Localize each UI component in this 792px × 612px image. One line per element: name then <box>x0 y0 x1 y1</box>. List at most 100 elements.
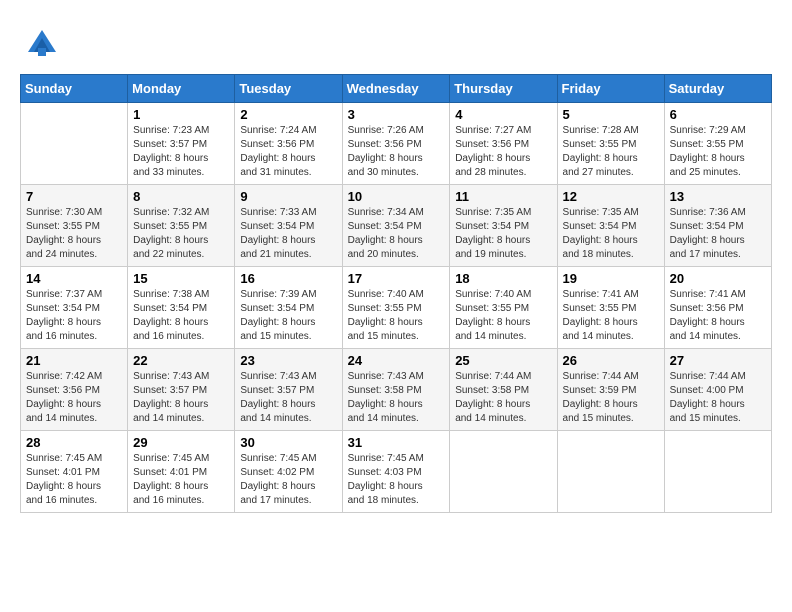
day-number: 11 <box>455 189 551 204</box>
day-info: Sunrise: 7:43 AM Sunset: 3:57 PM Dayligh… <box>240 370 336 426</box>
day-number: 20 <box>670 271 766 286</box>
calendar-cell: 15 Sunrise: 7:38 AM Sunset: 3:54 PM Dayli… <box>128 267 235 349</box>
day-info: Sunrise: 7:24 AM Sunset: 3:56 PM Dayligh… <box>240 124 336 180</box>
day-info: Sunrise: 7:23 AM Sunset: 3:57 PM Dayligh… <box>133 124 229 180</box>
day-number: 25 <box>455 353 551 368</box>
day-number: 5 <box>563 107 659 122</box>
calendar-cell: 18Sunrise: 7:40 AM Sunset: 3:55 PM Dayli… <box>450 267 557 349</box>
day-number: 22 <box>133 353 229 368</box>
calendar-cell: 8 Sunrise: 7:32 AM Sunset: 3:55 PM Daylig… <box>128 185 235 267</box>
page-header <box>20 20 772 64</box>
day-info: Sunrise: 7:41 AM Sunset: 3:55 PM Dayligh… <box>563 288 659 344</box>
calendar-cell: 1 Sunrise: 7:23 AM Sunset: 3:57 PM Daylig… <box>128 103 235 185</box>
day-info: Sunrise: 7:38 AM Sunset: 3:54 PM Dayligh… <box>133 288 229 344</box>
calendar-cell: 2Sunrise: 7:24 AM Sunset: 3:56 PM Daylig… <box>235 103 342 185</box>
weekday-header-saturday: Saturday <box>664 75 771 103</box>
day-number: 14 <box>26 271 122 286</box>
calendar-week-5: 28 Sunrise: 7:45 AM Sunset: 4:01 PM Dayli… <box>21 431 772 513</box>
calendar-cell: 25 Sunrise: 7:44 AM Sunset: 3:58 PM Dayli… <box>450 349 557 431</box>
calendar-week-3: 14 Sunrise: 7:37 AM Sunset: 3:54 PM Dayli… <box>21 267 772 349</box>
calendar-cell: 28 Sunrise: 7:45 AM Sunset: 4:01 PM Dayli… <box>21 431 128 513</box>
weekday-header-monday: Monday <box>128 75 235 103</box>
calendar-cell: 9 Sunrise: 7:33 AM Sunset: 3:54 PM Daylig… <box>235 185 342 267</box>
calendar-cell: 3 Sunrise: 7:26 AM Sunset: 3:56 PM Daylig… <box>342 103 450 185</box>
day-info: Sunrise: 7:37 AM Sunset: 3:54 PM Dayligh… <box>26 288 122 344</box>
calendar-cell: 20 Sunrise: 7:41 AM Sunset: 3:56 PM Dayli… <box>664 267 771 349</box>
day-info: Sunrise: 7:27 AM Sunset: 3:56 PM Dayligh… <box>455 124 551 180</box>
day-info: Sunrise: 7:40 AM Sunset: 3:55 PM Dayligh… <box>348 288 445 344</box>
calendar-cell: 12 Sunrise: 7:35 AM Sunset: 3:54 PM Dayli… <box>557 185 664 267</box>
calendar-cell: 10Sunrise: 7:34 AM Sunset: 3:54 PM Dayli… <box>342 185 450 267</box>
calendar-cell: 5 Sunrise: 7:28 AM Sunset: 3:55 PM Daylig… <box>557 103 664 185</box>
day-info: Sunrise: 7:45 AM Sunset: 4:01 PM Dayligh… <box>26 452 122 508</box>
day-info: Sunrise: 7:44 AM Sunset: 3:58 PM Dayligh… <box>455 370 551 426</box>
calendar-cell: 27Sunrise: 7:44 AM Sunset: 4:00 PM Dayli… <box>664 349 771 431</box>
day-info: Sunrise: 7:41 AM Sunset: 3:56 PM Dayligh… <box>670 288 766 344</box>
calendar-cell: 21Sunrise: 7:42 AM Sunset: 3:56 PM Dayli… <box>21 349 128 431</box>
day-info: Sunrise: 7:34 AM Sunset: 3:54 PM Dayligh… <box>348 206 445 262</box>
weekday-header-friday: Friday <box>557 75 664 103</box>
calendar-cell <box>664 431 771 513</box>
day-number: 17 <box>348 271 445 286</box>
calendar-cell: 7Sunrise: 7:30 AM Sunset: 3:55 PM Daylig… <box>21 185 128 267</box>
weekday-header-sunday: Sunday <box>21 75 128 103</box>
day-info: Sunrise: 7:32 AM Sunset: 3:55 PM Dayligh… <box>133 206 229 262</box>
day-number: 12 <box>563 189 659 204</box>
logo <box>20 20 68 64</box>
day-number: 29 <box>133 435 229 450</box>
calendar-cell <box>21 103 128 185</box>
calendar-cell <box>557 431 664 513</box>
day-info: Sunrise: 7:43 AM Sunset: 3:57 PM Dayligh… <box>133 370 229 426</box>
day-number: 13 <box>670 189 766 204</box>
day-number: 3 <box>348 107 445 122</box>
calendar-cell: 23 Sunrise: 7:43 AM Sunset: 3:57 PM Dayli… <box>235 349 342 431</box>
day-info: Sunrise: 7:44 AM Sunset: 3:59 PM Dayligh… <box>563 370 659 426</box>
day-number: 4 <box>455 107 551 122</box>
day-info: Sunrise: 7:39 AM Sunset: 3:54 PM Dayligh… <box>240 288 336 344</box>
day-info: Sunrise: 7:43 AM Sunset: 3:58 PM Dayligh… <box>348 370 445 426</box>
day-number: 31 <box>348 435 445 450</box>
day-info: Sunrise: 7:45 AM Sunset: 4:03 PM Dayligh… <box>348 452 445 508</box>
day-number: 15 <box>133 271 229 286</box>
calendar-cell: 26 Sunrise: 7:44 AM Sunset: 3:59 PM Dayli… <box>557 349 664 431</box>
calendar-cell: 14 Sunrise: 7:37 AM Sunset: 3:54 PM Dayli… <box>21 267 128 349</box>
day-info: Sunrise: 7:29 AM Sunset: 3:55 PM Dayligh… <box>670 124 766 180</box>
day-number: 30 <box>240 435 336 450</box>
day-info: Sunrise: 7:45 AM Sunset: 4:01 PM Dayligh… <box>133 452 229 508</box>
day-number: 1 <box>133 107 229 122</box>
day-info: Sunrise: 7:40 AM Sunset: 3:55 PM Dayligh… <box>455 288 551 344</box>
day-number: 27 <box>670 353 766 368</box>
calendar-cell: 6 Sunrise: 7:29 AM Sunset: 3:55 PM Daylig… <box>664 103 771 185</box>
day-number: 26 <box>563 353 659 368</box>
day-number: 8 <box>133 189 229 204</box>
day-info: Sunrise: 7:33 AM Sunset: 3:54 PM Dayligh… <box>240 206 336 262</box>
day-number: 19 <box>563 271 659 286</box>
day-number: 23 <box>240 353 336 368</box>
calendar-week-2: 7Sunrise: 7:30 AM Sunset: 3:55 PM Daylig… <box>21 185 772 267</box>
calendar-cell: 22 Sunrise: 7:43 AM Sunset: 3:57 PM Dayli… <box>128 349 235 431</box>
day-info: Sunrise: 7:35 AM Sunset: 3:54 PM Dayligh… <box>563 206 659 262</box>
calendar-cell: 29 Sunrise: 7:45 AM Sunset: 4:01 PM Dayli… <box>128 431 235 513</box>
calendar-cell: 13 Sunrise: 7:36 AM Sunset: 3:54 PM Dayli… <box>664 185 771 267</box>
calendar-cell: 11 Sunrise: 7:35 AM Sunset: 3:54 PM Dayli… <box>450 185 557 267</box>
calendar-cell: 16Sunrise: 7:39 AM Sunset: 3:54 PM Dayli… <box>235 267 342 349</box>
calendar-cell: 31 Sunrise: 7:45 AM Sunset: 4:03 PM Dayli… <box>342 431 450 513</box>
calendar-cell: 17 Sunrise: 7:40 AM Sunset: 3:55 PM Dayli… <box>342 267 450 349</box>
day-number: 6 <box>670 107 766 122</box>
calendar-cell: 19 Sunrise: 7:41 AM Sunset: 3:55 PM Dayli… <box>557 267 664 349</box>
day-number: 9 <box>240 189 336 204</box>
calendar-cell: 30 Sunrise: 7:45 AM Sunset: 4:02 PM Dayli… <box>235 431 342 513</box>
day-info: Sunrise: 7:36 AM Sunset: 3:54 PM Dayligh… <box>670 206 766 262</box>
day-number: 28 <box>26 435 122 450</box>
day-info: Sunrise: 7:35 AM Sunset: 3:54 PM Dayligh… <box>455 206 551 262</box>
day-info: Sunrise: 7:45 AM Sunset: 4:02 PM Dayligh… <box>240 452 336 508</box>
day-info: Sunrise: 7:28 AM Sunset: 3:55 PM Dayligh… <box>563 124 659 180</box>
day-info: Sunrise: 7:42 AM Sunset: 3:56 PM Dayligh… <box>26 370 122 426</box>
calendar-cell <box>450 431 557 513</box>
day-number: 24 <box>348 353 445 368</box>
day-info: Sunrise: 7:30 AM Sunset: 3:55 PM Dayligh… <box>26 206 122 262</box>
calendar-week-4: 21Sunrise: 7:42 AM Sunset: 3:56 PM Dayli… <box>21 349 772 431</box>
calendar-week-1: 1 Sunrise: 7:23 AM Sunset: 3:57 PM Daylig… <box>21 103 772 185</box>
day-info: Sunrise: 7:26 AM Sunset: 3:56 PM Dayligh… <box>348 124 445 180</box>
weekday-header-thursday: Thursday <box>450 75 557 103</box>
